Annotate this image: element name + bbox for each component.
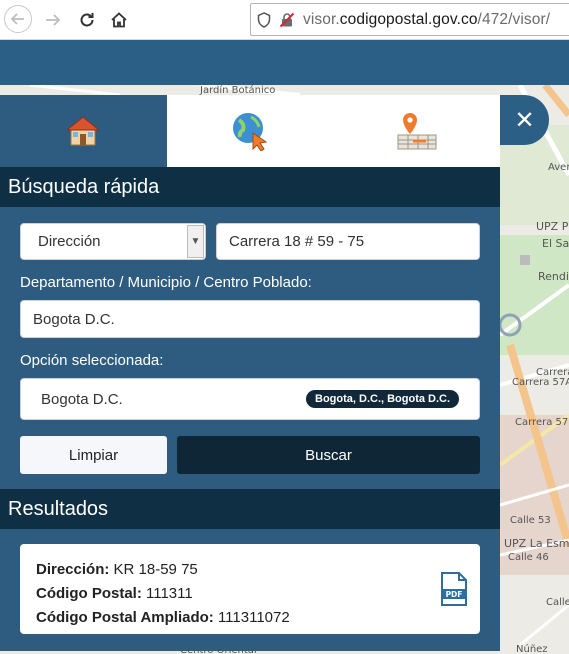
close-panel-button[interactable]: ✕ (500, 95, 549, 145)
forward-icon[interactable] (40, 7, 66, 33)
department-label: Departamento / Municipio / Centro Poblad… (20, 274, 312, 291)
tab-search-coordinates[interactable] (333, 95, 501, 167)
tab-search-map[interactable] (166, 95, 334, 167)
map-label: Carrera 56A (536, 367, 569, 378)
map-label: Calle 46 (508, 552, 549, 563)
insecure-lock-icon[interactable] (279, 12, 295, 28)
close-icon: ✕ (514, 106, 535, 134)
map-label: Rendi (538, 270, 569, 283)
result-postal-code: Código Postal: 111311 (36, 585, 193, 602)
tab-search-address[interactable] (0, 95, 167, 167)
panel-tabs (0, 95, 501, 167)
chevron-down-icon[interactable]: ▼ (187, 225, 204, 258)
home-icon[interactable] (106, 7, 132, 33)
department-input[interactable]: Bogota D.C. (20, 300, 480, 338)
map-label: UPZ La Esme (504, 537, 569, 550)
house-icon (66, 116, 101, 146)
map-label: UPZ Pi (536, 220, 569, 233)
map-label: Núñez (516, 643, 548, 654)
globe-pointer-icon (233, 113, 268, 151)
address-input[interactable]: Carrera 18 # 59 - 75 (216, 223, 480, 260)
back-icon[interactable] (4, 5, 32, 33)
address-bar[interactable]: visor.codigopostal.gov.co/472/visor/ (250, 3, 569, 36)
site-header (0, 40, 569, 85)
browser-toolbar: visor.codigopostal.gov.co/472/visor/ (0, 0, 569, 40)
map-label: Carrera 57 (515, 417, 568, 428)
map-label: Calle 53 (510, 515, 551, 526)
map-label: El Sa (542, 237, 569, 250)
info-icon[interactable] (257, 11, 271, 28)
pdf-icon[interactable]: PDF (440, 572, 468, 606)
svg-text:PDF: PDF (446, 590, 463, 599)
map-label: Avenida (548, 162, 569, 173)
section-title-results: Resultados (0, 489, 500, 529)
search-type-value: Dirección (38, 233, 101, 250)
section-title-quick-search: Búsqueda rápida (0, 167, 500, 207)
map-label: Calle 45 (546, 597, 569, 608)
result-extended-postal-code: Código Postal Ampliado: 111311072 (36, 609, 290, 626)
result-card: Dirección: KR 18-59 75 Código Postal: 11… (20, 544, 480, 634)
selected-option-chip[interactable]: Bogota, D.C., Bogota D.C. (306, 390, 460, 408)
result-address: Dirección: KR 18-59 75 (36, 561, 198, 578)
search-button[interactable]: Buscar (177, 436, 480, 474)
clear-button[interactable]: Limpiar (20, 436, 167, 474)
map-label: Carrera 57A (512, 377, 569, 388)
selected-option-value: Bogota D.C. (41, 390, 123, 408)
map-pin-icon (397, 113, 437, 150)
reload-icon[interactable] (74, 7, 100, 33)
selected-option-label: Opción seleccionada: (20, 352, 164, 369)
url-text: visor.codigopostal.gov.co/472/visor/ (303, 10, 551, 28)
search-type-select[interactable]: Dirección ▼ (20, 223, 206, 260)
search-panel: Búsqueda rápida Dirección ▼ Carrera 18 #… (0, 95, 501, 651)
